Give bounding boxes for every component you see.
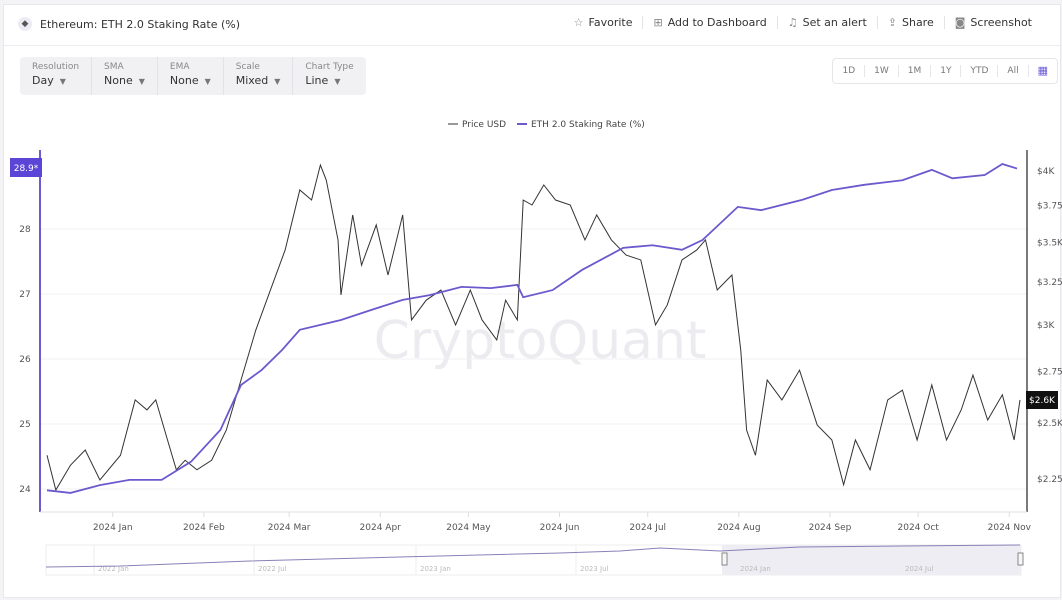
left-axis-tick: 26 — [19, 355, 31, 365]
x-axis-tick: 2024 Apr — [360, 523, 402, 533]
x-axis-tick: 2024 Feb — [183, 523, 225, 533]
legend-price-label: Price USD — [462, 120, 506, 130]
watermark: CryptoQuant — [374, 311, 707, 371]
x-axis-tick: 2024 May — [446, 523, 491, 533]
navigator-handle[interactable] — [721, 552, 728, 566]
left-axis-tick: 27 — [19, 290, 30, 300]
right-axis-tick: $2.25K — [1037, 475, 1062, 485]
right-axis-tick: $2.75K — [1037, 368, 1062, 378]
navigator-handle[interactable] — [1017, 552, 1024, 566]
navigator-label: 2022 Jul — [258, 565, 287, 573]
x-axis-tick: 2024 Jan — [93, 523, 133, 533]
right-axis-tick: $3.5K — [1037, 239, 1062, 249]
left-current-value: 28.9* — [14, 164, 39, 174]
right-axis-tick: $3.25K — [1037, 278, 1062, 288]
right-axis-tick: $2.5K — [1037, 419, 1062, 429]
navigator-label: 2023 Jan — [420, 565, 451, 573]
right-axis-tick: $3K — [1037, 321, 1055, 331]
chart-svg: CryptoQuant 24 25 26 27 28 $2.25K $2.5K $2.75K $3… — [10, 120, 1062, 576]
x-axis-tick: 2024 Jun — [540, 523, 580, 533]
right-axis-tick: $4K — [1037, 167, 1055, 177]
left-axis-tick: 25 — [19, 420, 30, 430]
left-axis-tick: 24 — [19, 485, 31, 495]
navigator-label: 2023 Jul — [580, 565, 609, 573]
navigator-label: 2024 Jan — [740, 565, 771, 573]
x-axis-tick: 2024 Jul — [629, 523, 666, 533]
x-axis-tick: 2024 Sep — [809, 523, 852, 533]
x-axis-tick: 2024 Nov — [988, 523, 1032, 533]
left-axis-tick: 28 — [19, 225, 31, 235]
legend-staking-label: ETH 2.0 Staking Rate (%) — [531, 120, 645, 130]
right-axis-tick: $3.75K — [1037, 202, 1062, 212]
x-axis-tick: 2024 Aug — [717, 523, 760, 533]
x-axis-tick: 2024 Mar — [268, 523, 311, 533]
right-current-value: $2.6K — [1029, 396, 1056, 406]
navigator-label: 2024 Jul — [905, 565, 934, 573]
x-axis-tick: 2024 Oct — [898, 523, 940, 533]
